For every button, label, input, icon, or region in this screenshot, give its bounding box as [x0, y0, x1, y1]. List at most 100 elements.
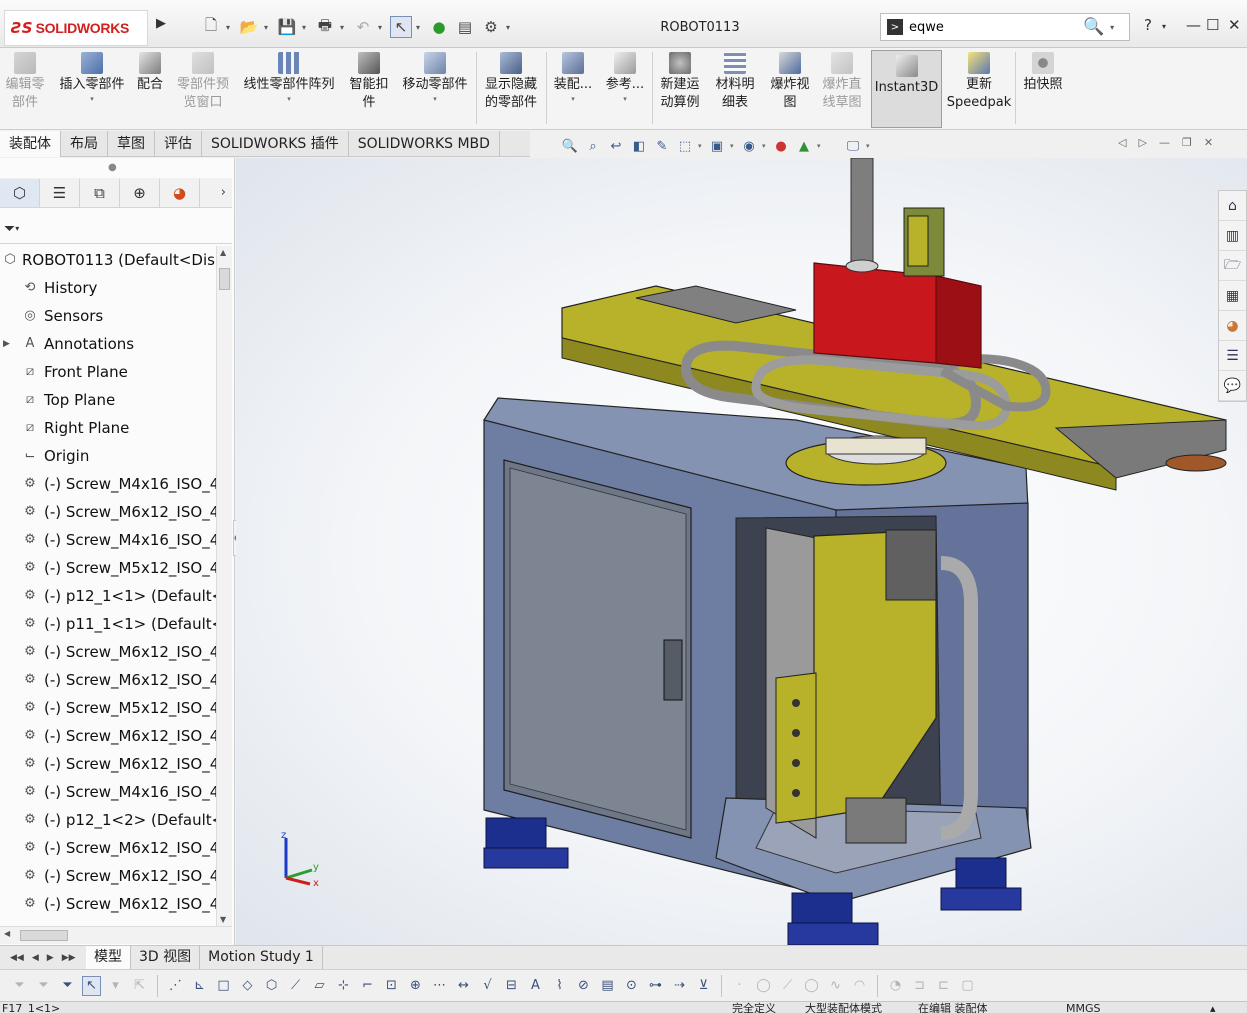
smart-fasteners-button[interactable]: 智能扣 件	[344, 52, 394, 112]
take-snapshot-button[interactable]: 拍快照	[1020, 52, 1066, 94]
assembly-features-dropdown-icon[interactable]: ▾	[571, 94, 575, 104]
appearances-icon[interactable]: ◕	[1219, 311, 1246, 341]
insert-component-button[interactable]: 插入零部件 ▾	[54, 52, 130, 104]
reference-geometry-button[interactable]: 参考... ▾	[602, 52, 648, 104]
design-library-icon[interactable]: ▥	[1219, 221, 1246, 251]
filter-region-icon[interactable]: ▢	[958, 976, 977, 996]
file-properties-icon[interactable]: ▤	[454, 16, 476, 38]
filter-profile-icon[interactable]: ⊏	[934, 976, 953, 996]
undo-dropdown-icon[interactable]: ▾	[378, 23, 386, 32]
filter-sketch-segments-icon[interactable]: ⌐	[358, 976, 377, 996]
scroll-thumb[interactable]	[219, 268, 230, 290]
view-palette-icon[interactable]: ▦	[1219, 281, 1246, 311]
instant3d-button[interactable]: Instant3D	[871, 50, 942, 128]
tree-item[interactable]: ◎ Sensors	[0, 302, 216, 330]
feature-manager-tab-icon[interactable]: ⬡	[0, 178, 40, 207]
zoom-to-fit-icon[interactable]: 🔍	[560, 136, 580, 156]
clear-filters-icon[interactable]: ⏷	[58, 976, 77, 996]
new-document-icon[interactable]: 🗋	[200, 16, 222, 38]
filter-vertices-icon[interactable]: ⋰	[166, 976, 185, 996]
tab-addins[interactable]: SOLIDWORKS 插件	[202, 131, 349, 157]
scroll-up-arrow-icon[interactable]: ▲	[220, 248, 226, 257]
tab-3d-views[interactable]: 3D 视图	[131, 946, 201, 969]
filter-funnel-icon[interactable]: ⏷	[4, 221, 15, 237]
reference-geometry-dropdown-icon[interactable]: ▾	[623, 94, 627, 104]
tree-item[interactable]: ⚙ (-) p12_1<1> (Default<-	[0, 582, 216, 610]
help-dropdown-icon[interactable]: ▾	[1162, 22, 1166, 31]
filter-dropdown-icon[interactable]: ▾	[15, 224, 19, 233]
filter-geometric-tolerance-icon[interactable]: ⊟	[502, 976, 521, 996]
display-style-dropdown-icon[interactable]: ▾	[730, 142, 736, 150]
apply-scene-dropdown-icon[interactable]: ▾	[817, 142, 823, 150]
show-hidden-components-button[interactable]: 显示隐藏 的零部件	[480, 52, 542, 112]
save-icon[interactable]: 💾	[276, 16, 298, 38]
help-button[interactable]: ?	[1144, 16, 1152, 34]
assembly-features-button[interactable]: 装配... ▾	[550, 52, 596, 104]
tree-filter-row[interactable]: ⏷ ▾	[0, 214, 232, 244]
mate-button[interactable]: 配合	[132, 52, 168, 94]
dynamic-annotation-icon[interactable]: ✎	[652, 136, 672, 156]
restore-button[interactable]: ☐	[1206, 16, 1219, 34]
tab-mbd[interactable]: SOLIDWORKS MBD	[349, 131, 500, 157]
hide-show-items-icon[interactable]: ◉	[739, 136, 759, 156]
tree-item[interactable]: ⚙ (-) Screw_M5x12_ISO_4	[0, 694, 216, 722]
new-dropdown-icon[interactable]: ▾	[226, 23, 234, 32]
tree-item[interactable]: ⚙ (-) Screw_M6x12_ISO_4	[0, 750, 216, 778]
tab-sketch[interactable]: 草图	[108, 131, 155, 157]
view-settings-dropdown-icon[interactable]: ▾	[866, 142, 872, 150]
search-magnifier-icon[interactable]: 🔍	[1083, 17, 1104, 37]
filter-sketch-points-icon[interactable]: ⊹	[334, 976, 353, 996]
command-search-icon[interactable]: >	[887, 19, 903, 35]
robot-assembly-model[interactable]	[236, 158, 1247, 945]
minimize-button[interactable]: —	[1186, 16, 1201, 34]
forum-icon[interactable]: 💬	[1219, 371, 1246, 401]
hide-show-dropdown-icon[interactable]: ▾	[762, 142, 768, 150]
view-orientation-dropdown-icon[interactable]: ▾	[698, 142, 704, 150]
tree-item[interactable]: ⚙ (-) Screw_M6x12_ISO_4	[0, 666, 216, 694]
toggle-filter-icon[interactable]: ⏷	[10, 976, 29, 996]
filter-mates-icon[interactable]: ⊻	[694, 976, 713, 996]
options-dropdown-icon[interactable]: ▾	[506, 23, 514, 32]
select-pointer-icon[interactable]: ↖	[390, 16, 412, 38]
edit-appearance-icon[interactable]: ●	[771, 136, 791, 156]
undo-icon[interactable]: ↶	[352, 16, 374, 38]
status-customize-icon[interactable]: ▴	[1210, 1002, 1216, 1013]
update-speedpak-button[interactable]: 更新 Speedpak	[946, 52, 1012, 112]
tree-item[interactable]: ⚙ (-) p11_1<1> (Default<-	[0, 610, 216, 638]
tree-horizontal-scrollbar[interactable]: ◀	[0, 926, 232, 944]
tree-item[interactable]: ⚙ (-) Screw_M5x12_ISO_4	[0, 554, 216, 582]
filter-center-marks-icon[interactable]: ⊕	[406, 976, 425, 996]
menu-expand-arrow[interactable]: ▶	[156, 16, 166, 31]
options-gear-icon[interactable]: ⚙	[480, 16, 502, 38]
filter-surface-finish-icon[interactable]: √	[478, 976, 497, 996]
scroll-left-arrow-icon[interactable]: ◀	[4, 929, 10, 938]
filter-dimensions-icon[interactable]: ↔	[454, 976, 473, 996]
custom-properties-icon[interactable]: ☰	[1219, 341, 1246, 371]
filter-centerline-icon[interactable]: ⋯	[430, 976, 449, 996]
filter-sketch-icon[interactable]: ◔	[886, 976, 905, 996]
move-component-dropdown-icon[interactable]: ▾	[433, 94, 437, 104]
edit-component-button[interactable]: 编辑零 部件	[2, 52, 48, 112]
filter-surface-bodies-icon[interactable]: ◇	[238, 976, 257, 996]
tree-item[interactable]: ⚙ (-) Screw_M6x12_ISO_4	[0, 498, 216, 526]
filter-planes-icon[interactable]: ▱	[310, 976, 329, 996]
select-dropdown-icon[interactable]: ▾	[416, 23, 424, 32]
graphics-viewport[interactable]: z y x	[236, 158, 1247, 945]
tree-item[interactable]: ⧄ Top Plane	[0, 386, 216, 414]
invert-selection-icon[interactable]: ⇱	[130, 976, 149, 996]
tree-item[interactable]: ⚙ (-) Screw_M6x12_ISO_4	[0, 834, 216, 862]
select-all-filter-icon[interactable]: ↖	[82, 975, 101, 996]
tab-first-icon[interactable]: ◀◀	[10, 953, 24, 963]
tree-item[interactable]: ⚙ (-) Screw_M6x12_ISO_4	[0, 638, 216, 666]
filter-axes-icon[interactable]: ⟋	[286, 976, 305, 996]
pane-more-arrow-icon[interactable]: ›	[221, 185, 226, 200]
linear-pattern-dropdown-icon[interactable]: ▾	[287, 94, 291, 104]
tree-item[interactable]: ⚙ (-) Screw_M6x12_ISO_4	[0, 722, 216, 750]
hscroll-thumb[interactable]	[20, 930, 68, 941]
viewport-next-icon[interactable]: ▷	[1138, 136, 1146, 149]
viewport-restore-icon[interactable]: ❐	[1182, 136, 1192, 149]
rebuild-traffic-light-icon[interactable]: ●	[428, 16, 450, 38]
viewport-minimize-icon[interactable]: —	[1159, 136, 1170, 149]
filter-ellipse-icon[interactable]: ◯	[802, 976, 821, 996]
view-settings-icon[interactable]: 🖵	[843, 136, 863, 156]
